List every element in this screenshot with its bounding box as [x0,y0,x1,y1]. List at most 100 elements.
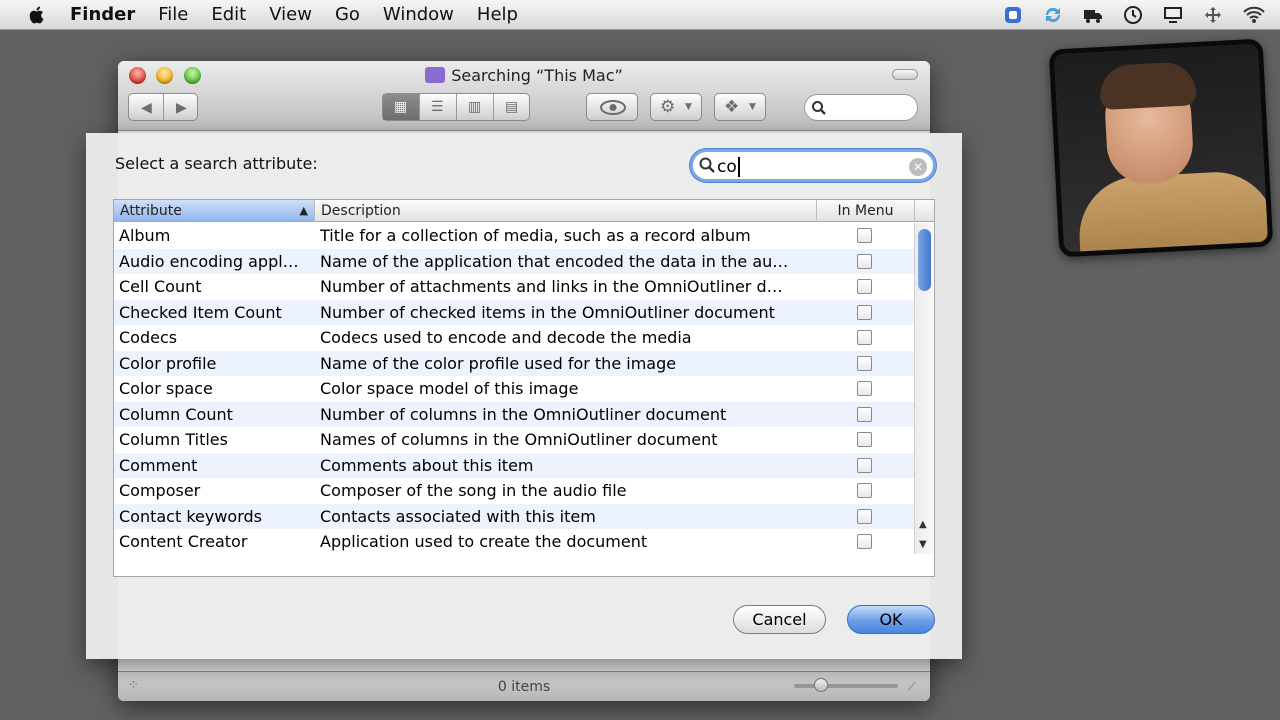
column-header-description-label: Description [321,203,401,219]
description-cell: Comments about this item [320,455,534,475]
column-header-description[interactable]: Description [315,200,817,222]
in-menu-checkbox[interactable] [857,483,872,498]
list-view-button[interactable]: ☰ [420,94,457,120]
icon-size-slider-knob[interactable] [814,678,828,692]
menu-file[interactable]: File [158,4,188,25]
display-icon[interactable] [1162,4,1186,26]
scrollbar-thumb[interactable] [918,229,931,291]
toolbar-search-field[interactable] [804,94,918,121]
magnifier-icon [812,101,826,115]
clear-circle-icon[interactable]: ✕ [909,158,927,176]
attribute-cell: Audio encoding appl… [119,251,299,271]
table-row[interactable]: Content Creator Application used to creat… [114,529,914,555]
cover-flow-icon: ▤ [505,99,519,115]
in-menu-checkbox[interactable] [857,406,872,422]
action-menu-button[interactable]: ⚙ ▼ [650,93,702,121]
resize-grip-icon[interactable]: ⟋ [908,681,916,692]
quick-look-button[interactable] [586,93,638,121]
attribute-search-input[interactable]: co [717,157,740,177]
description-cell: Title for a collection of media, such as… [320,226,751,245]
toolbar-toggle-button[interactable] [892,69,918,80]
icon-view-icon: ▦ [394,99,408,115]
back-arrow-icon: ◀ [141,100,152,116]
description-cell: Number of columns in the OmniOutliner do… [320,404,727,424]
in-menu-checkbox[interactable] [857,534,872,549]
column-view-icon: ▥ [468,99,482,115]
presenter-hair [1098,61,1197,111]
table-row[interactable]: Comment Comments about this item [114,452,914,478]
menu-app-finder[interactable]: Finder [70,4,135,25]
description-cell: Application used to create the document [320,532,648,551]
table-row[interactable]: Color profile Name of the color profile u… [114,350,914,376]
forward-button[interactable]: ▶ [164,94,199,120]
attribute-cell: Composer [119,481,201,500]
column-view-button[interactable]: ▥ [457,94,494,120]
table-header: Attribute ▲ Description In Menu [114,200,934,222]
status-bar: ⁘ 0 items ⟋ [118,671,930,701]
table-row[interactable]: Audio encoding appl… Name of the applicat… [114,248,914,274]
truck-status-icon[interactable] [1082,4,1106,26]
column-header-attribute[interactable]: Attribute ▲ [114,200,315,222]
time-machine-icon[interactable] [1122,4,1146,26]
apple-logo-icon[interactable] [26,3,48,27]
app-status-icon[interactable] [1002,4,1026,26]
ok-button[interactable]: OK [847,605,935,634]
list-view-icon: ☰ [431,99,444,115]
status-menu-icons [1002,3,1266,27]
move-arrows-icon[interactable] [1202,4,1226,26]
menu-edit[interactable]: Edit [211,4,246,25]
sync-status-icon[interactable] [1042,4,1066,26]
table-row[interactable]: Composer Composer of the song in the audi… [114,478,914,504]
in-menu-checkbox[interactable] [857,228,872,243]
icon-view-button[interactable]: ▦ [383,94,420,120]
table-row[interactable]: Column Titles Names of columns in the Omn… [114,427,914,453]
table-row[interactable]: Album Title for a collection of media, su… [114,223,914,249]
attribute-cell: Album [119,226,171,245]
in-menu-checkbox[interactable] [857,279,872,294]
table-vertical-scrollbar[interactable]: ▲ ▼ [914,223,934,554]
description-cell: Name of the color profile used for the i… [320,353,677,373]
table-row[interactable]: Column Count Number of columns in the Omn… [114,401,914,427]
back-button[interactable]: ◀ [129,94,164,120]
attribute-cell: Comment [119,455,198,475]
window-title-text: Searching “This Mac” [451,66,623,85]
in-menu-checkbox[interactable] [857,457,872,473]
table-row[interactable]: Color space Color space model of this ima… [114,376,914,402]
attribute-search-field[interactable]: co ✕ [690,149,936,182]
in-menu-checkbox[interactable] [857,432,872,447]
table-row[interactable]: Codecs Codecs used to encode and decode t… [114,325,914,351]
forward-arrow-icon: ▶ [176,100,187,116]
table-row[interactable]: Cell Count Number of attachments and link… [114,274,914,300]
in-menu-checkbox[interactable] [857,508,872,524]
scroll-down-arrow-icon[interactable]: ▼ [919,539,927,550]
menu-help[interactable]: Help [477,4,518,25]
wifi-icon[interactable] [1242,4,1266,26]
cancel-button[interactable]: Cancel [733,605,826,634]
attribute-cell: Contact keywords [119,506,263,526]
in-menu-checkbox[interactable] [857,381,872,396]
menu-view[interactable]: View [269,4,312,25]
menu-go[interactable]: Go [335,4,360,25]
table-row[interactable]: Contact keywords Contacts associated with… [114,503,914,529]
in-menu-checkbox[interactable] [857,330,872,345]
column-header-attribute-label: Attribute [120,203,182,219]
table-row[interactable]: Checked Item Count Number of checked item… [114,299,914,325]
description-cell: Number of checked items in the OmniOutli… [320,302,775,322]
scroll-up-arrow-icon[interactable]: ▲ [919,519,927,530]
dropbox-menu-button[interactable]: ❖ ▼ [714,93,766,121]
column-header-in-menu[interactable]: In Menu [817,200,915,222]
in-menu-checkbox[interactable] [857,253,872,269]
dropbox-icon: ❖ [724,97,740,117]
description-cell: Contacts associated with this item [320,506,596,526]
magnifier-icon [699,157,715,173]
attribute-cell: Codecs [119,328,178,347]
in-menu-checkbox[interactable] [857,355,872,371]
icon-size-slider[interactable] [794,684,898,688]
description-cell: Composer of the song in the audio file [320,481,627,500]
description-cell: Color space model of this image [320,379,579,398]
cover-flow-button[interactable]: ▤ [494,94,531,120]
gear-icon: ⚙ [660,97,676,117]
eye-icon [600,100,626,115]
menu-window[interactable]: Window [383,4,454,25]
in-menu-checkbox[interactable] [857,304,872,320]
